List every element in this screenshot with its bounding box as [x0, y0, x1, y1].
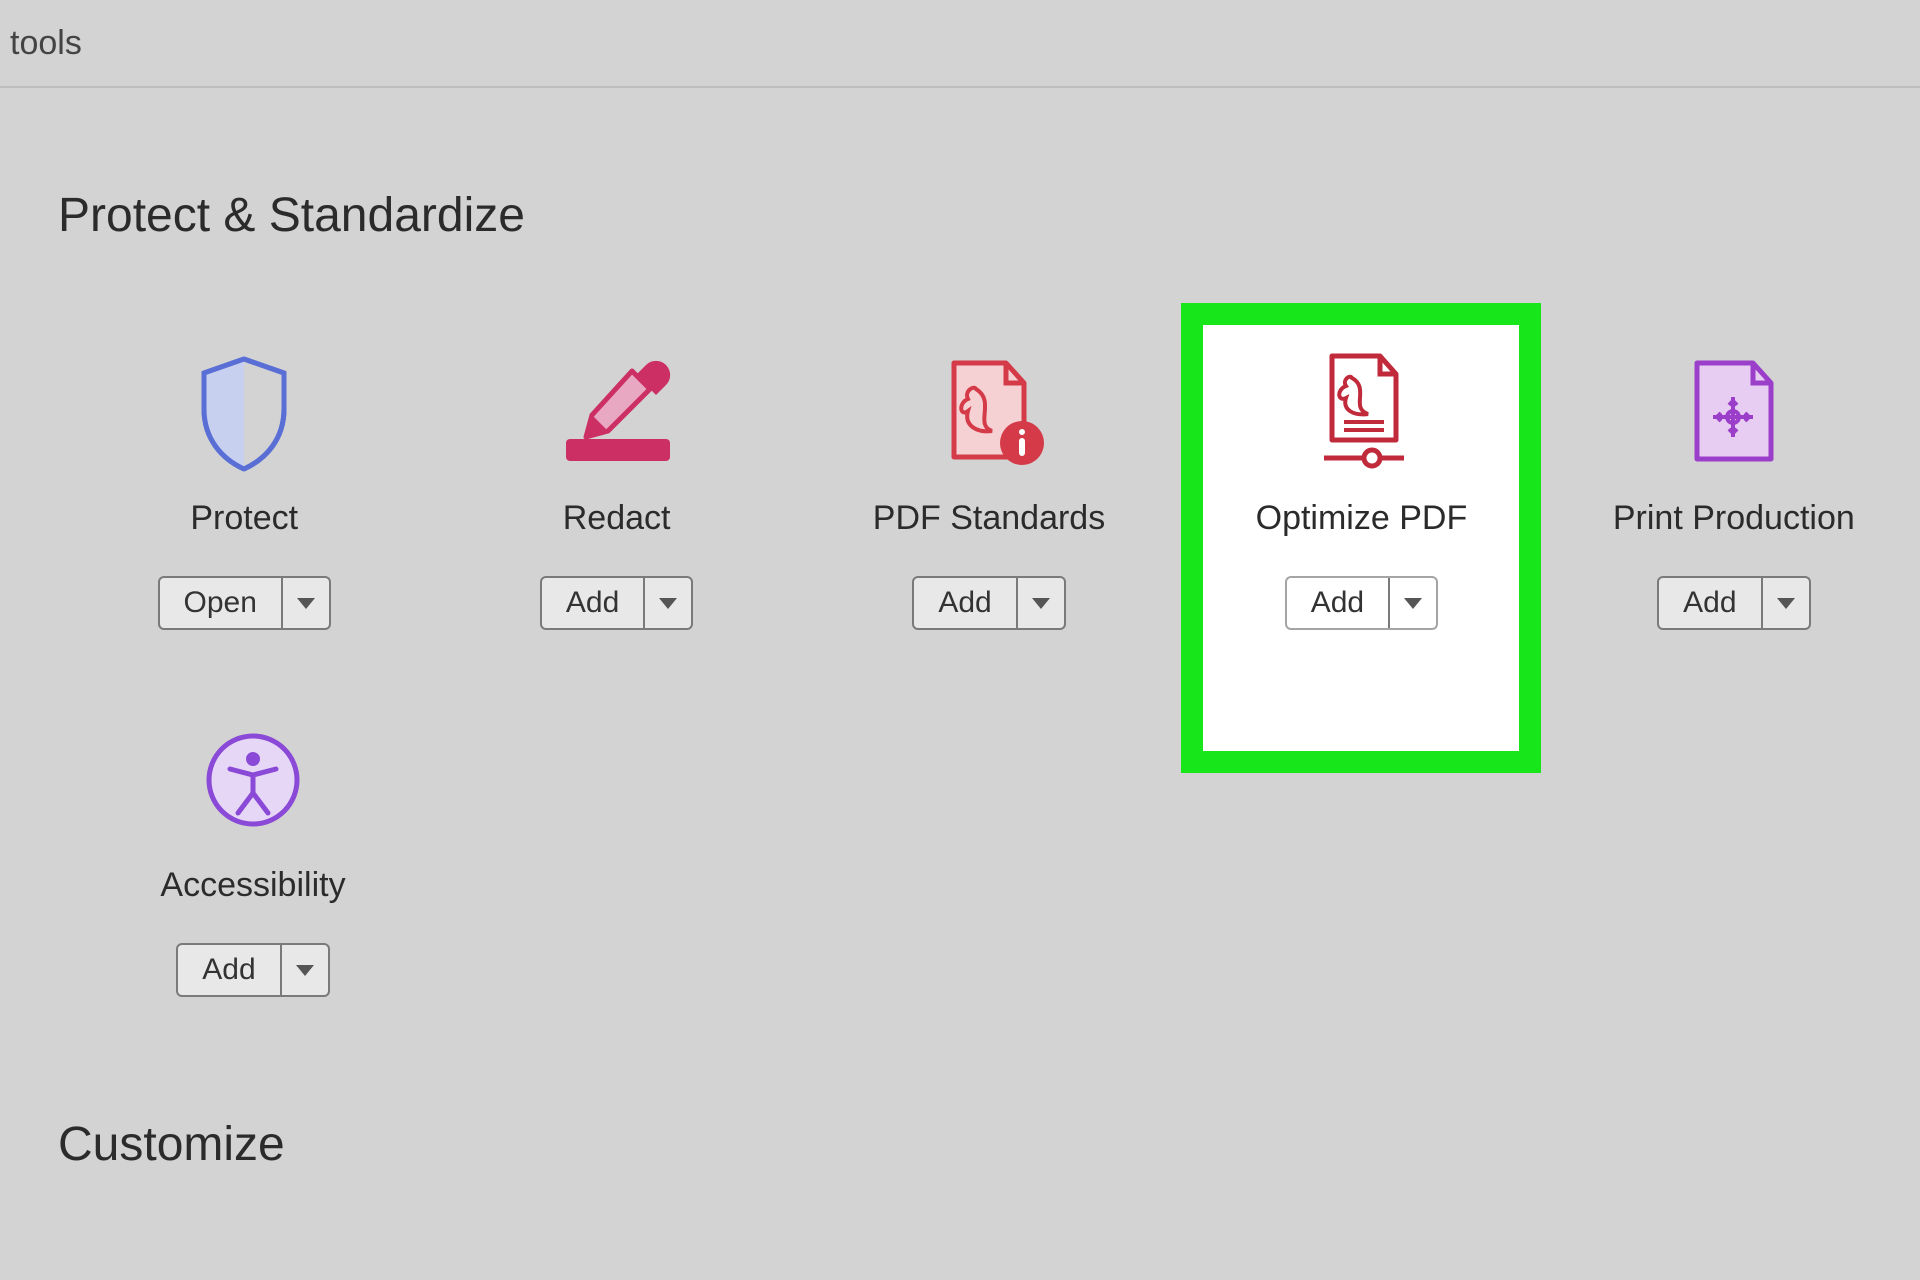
- topbar: tools: [0, 0, 1920, 88]
- tool-button-group: Add: [912, 576, 1065, 630]
- tool-label: Print Production: [1613, 499, 1855, 538]
- tool-redact[interactable]: Redact Add: [430, 303, 802, 670]
- tool-button-group: Add: [540, 576, 693, 630]
- add-button[interactable]: Add: [542, 578, 643, 628]
- optimize-pdf-icon: [1296, 343, 1426, 483]
- tool-button-group: Open: [158, 576, 331, 630]
- chevron-down-icon: [1032, 598, 1050, 609]
- tool-accessibility[interactable]: Accessibility Add: [58, 670, 448, 1037]
- dropdown-button[interactable]: [280, 945, 328, 995]
- tool-label: Protect: [190, 499, 298, 538]
- add-button[interactable]: Add: [178, 945, 279, 995]
- tools-link[interactable]: tools: [10, 24, 82, 63]
- section-title-protect-standardize: Protect & Standardize: [58, 188, 1920, 243]
- add-button[interactable]: Add: [1287, 578, 1388, 628]
- dropdown-button[interactable]: [643, 578, 691, 628]
- redact-icon: [552, 343, 682, 483]
- tool-label: Optimize PDF: [1256, 499, 1468, 538]
- accessibility-icon: [198, 710, 308, 850]
- tool-pdf-standards[interactable]: PDF Standards Add: [803, 303, 1175, 670]
- tool-button-group: Add: [1285, 576, 1438, 630]
- tool-button-group: Add: [1657, 576, 1810, 630]
- tool-protect[interactable]: Protect Open: [58, 303, 430, 670]
- dropdown-button[interactable]: [1388, 578, 1436, 628]
- tool-label: PDF Standards: [873, 499, 1105, 538]
- tool-print-production[interactable]: Print Production Add: [1548, 303, 1920, 670]
- tool-row-2: Accessibility Add: [58, 670, 1920, 1037]
- dropdown-button[interactable]: [281, 578, 329, 628]
- tool-row-1: Protect Open: [58, 303, 1920, 670]
- chevron-down-icon: [1777, 598, 1795, 609]
- chevron-down-icon: [1404, 598, 1422, 609]
- chevron-down-icon: [297, 598, 315, 609]
- section-title-customize: Customize: [58, 1117, 1920, 1172]
- add-button[interactable]: Add: [1659, 578, 1760, 628]
- add-button[interactable]: Add: [914, 578, 1015, 628]
- chevron-down-icon: [659, 598, 677, 609]
- pdf-standards-icon: [924, 343, 1054, 483]
- tool-label: Redact: [563, 499, 671, 538]
- open-button[interactable]: Open: [160, 578, 281, 628]
- chevron-down-icon: [296, 965, 314, 976]
- tool-optimize-pdf[interactable]: Optimize PDF Add: [1175, 303, 1547, 670]
- dropdown-button[interactable]: [1016, 578, 1064, 628]
- tool-button-group: Add: [176, 943, 329, 997]
- tool-label: Accessibility: [160, 866, 345, 905]
- shield-icon: [194, 343, 294, 483]
- dropdown-button[interactable]: [1761, 578, 1809, 628]
- print-production-icon: [1679, 343, 1789, 483]
- content: Protect & Standardize Protect Open: [0, 88, 1920, 1172]
